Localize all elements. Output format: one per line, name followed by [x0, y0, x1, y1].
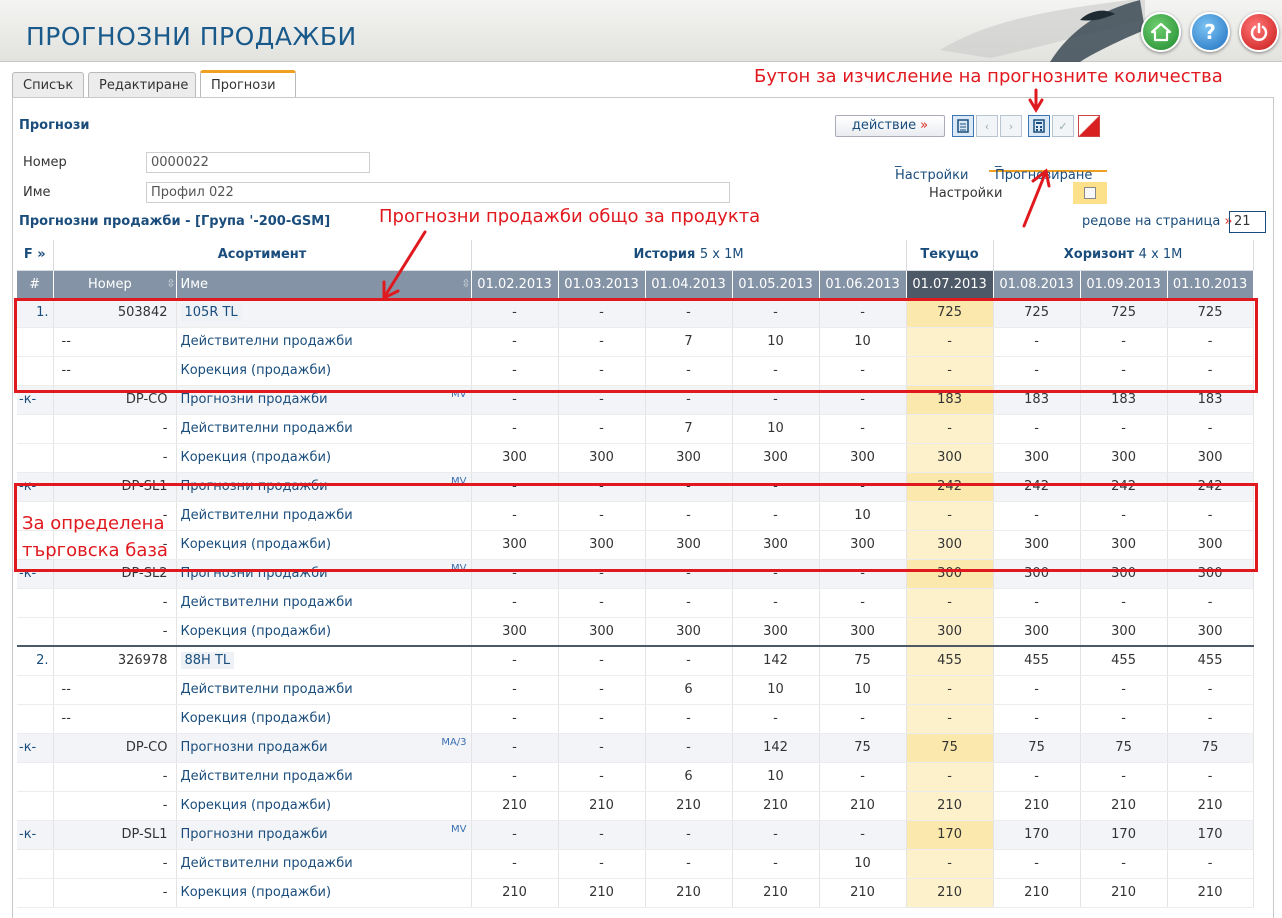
annotation-arrows: [382, 88, 1051, 301]
